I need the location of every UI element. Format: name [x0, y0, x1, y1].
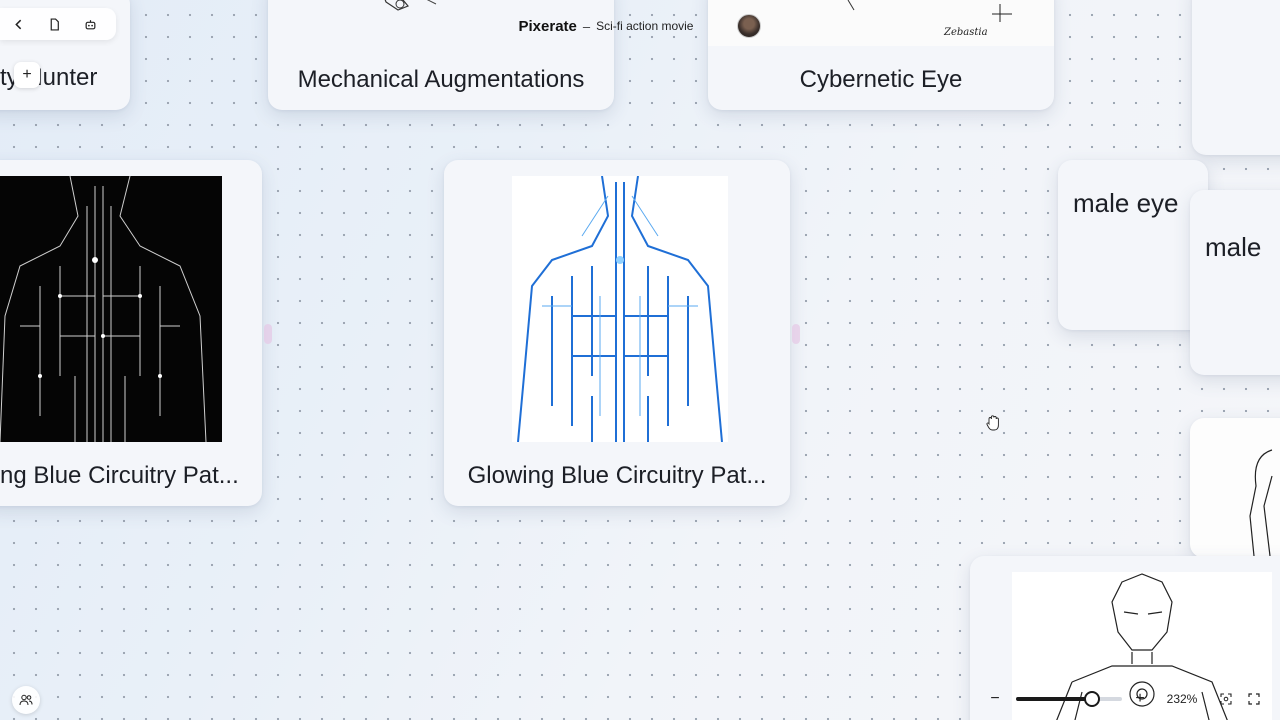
mechanical-arm-image: [368, 0, 448, 16]
file-button[interactable]: [36, 8, 72, 40]
title-separator: –: [582, 18, 591, 34]
robot-icon: [85, 19, 95, 29]
file-icon: [50, 17, 59, 31]
card-circuitry-left[interactable]: ng Blue Circuitry Pat...: [0, 160, 262, 506]
dark-circuitry-image: [0, 176, 222, 442]
hand-cursor-icon: [986, 415, 999, 431]
fit-to-screen-icon: [1220, 693, 1232, 705]
fit-to-screen-button[interactable]: [1212, 685, 1240, 713]
card-title: Mechanical Augmentations: [297, 66, 585, 93]
connection-handle[interactable]: [264, 324, 272, 344]
card-title: male: [1205, 232, 1262, 262]
card-title: ng Blue Circuitry Pat...: [0, 462, 239, 489]
mechanical-sketch-icon: [384, 0, 437, 11]
chevron-left-icon: [14, 19, 21, 29]
title-bar: Pixerate – Sci-fi action movie: [500, 10, 780, 42]
zoom-fill: [1016, 697, 1093, 701]
add-button[interactable]: +: [14, 62, 40, 88]
back-button[interactable]: [0, 8, 36, 40]
card-title: male eye: [1073, 188, 1179, 218]
card-partial-right-sketch[interactable]: [1190, 418, 1280, 558]
card-male[interactable]: male: [1190, 190, 1280, 375]
connection-handle[interactable]: [792, 324, 800, 344]
zoom-thumb[interactable]: [1084, 691, 1101, 707]
card-circuitry-center[interactable]: Glowing Blue Circuitry Pat...: [444, 160, 790, 506]
avatar[interactable]: [737, 14, 762, 38]
card-title: Cybernetic Eye: [799, 66, 963, 93]
top-left-toolbar: [0, 8, 116, 40]
project-name[interactable]: Sci-fi action movie: [596, 19, 693, 33]
zoom-out-button[interactable]: −: [980, 690, 1010, 708]
fullscreen-icon: [1248, 693, 1260, 705]
robot-sketch-image: [1242, 446, 1280, 556]
zoom-level: 232%: [1166, 692, 1198, 706]
robot-button[interactable]: [72, 8, 108, 40]
blue-circuitry-image: [512, 176, 728, 442]
zoom-in-button[interactable]: +: [1128, 690, 1152, 708]
card-title: Glowing Blue Circuitry Pat...: [467, 462, 767, 489]
collaborators-button[interactable]: [12, 686, 40, 714]
users-icon: [19, 694, 33, 706]
card-partial-top-right[interactable]: [1192, 0, 1280, 155]
app-name: Pixerate: [518, 17, 577, 35]
fullscreen-button[interactable]: [1240, 685, 1268, 713]
zoom-controls: − + 232%: [980, 684, 1280, 714]
artist-signature: Zebastia: [944, 27, 988, 38]
card-male-eye[interactable]: male eye: [1058, 160, 1208, 330]
zoom-slider[interactable]: [1016, 691, 1122, 707]
